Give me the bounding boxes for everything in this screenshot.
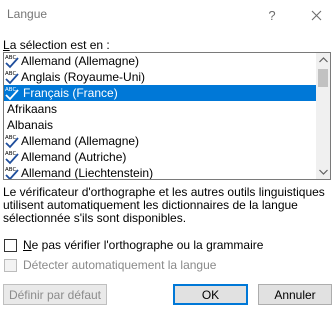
auto-detect-checkbox: [4, 258, 17, 272]
language-item[interactable]: ABC Allemand (Autriche): [4, 149, 316, 165]
svg-text:ABC: ABC: [5, 87, 16, 93]
description-text: Le vérificateur d'orthographe et les aut…: [3, 185, 325, 225]
language-item-label: Afrikaans: [7, 102, 58, 116]
language-item-label: Allemand (Autriche): [21, 150, 127, 164]
no-spellcheck-checkbox[interactable]: [4, 238, 17, 252]
no-spellcheck-option[interactable]: Ne pas vérifier l'orthographe ou la gram…: [4, 238, 263, 252]
language-item-label: Anglais (Royaume-Uni): [21, 70, 146, 84]
language-list: ABC Allemand (Allemagne) ABC Anglais (Royau…: [4, 53, 316, 179]
chevron-up-icon: [318, 57, 328, 63]
language-item-label: Albanais: [7, 118, 54, 132]
svg-text:ABC: ABC: [5, 71, 16, 77]
svg-text:ABC: ABC: [5, 167, 16, 173]
language-item-label: Allemand (Allemagne): [21, 54, 140, 68]
spellcheck-icon: ABC: [5, 71, 19, 85]
close-button[interactable]: [296, 0, 336, 30]
language-item[interactable]: ABC Anglais (Royaume-Uni): [4, 69, 316, 85]
scroll-thumb[interactable]: [318, 69, 328, 87]
ok-button[interactable]: OK: [173, 284, 248, 305]
help-button[interactable]: ?: [257, 0, 287, 30]
no-spellcheck-label[interactable]: Ne pas vérifier l'orthographe ou la gram…: [23, 238, 263, 252]
language-item[interactable]: Afrikaans: [4, 101, 316, 117]
language-listbox[interactable]: ABC Allemand (Allemagne) ABC Anglais (Royau…: [3, 52, 331, 180]
spellcheck-icon: ABC: [5, 135, 19, 149]
selection-label: La sélection est en :: [3, 38, 110, 52]
language-item[interactable]: ABC Français (France): [4, 85, 316, 101]
svg-text:ABC: ABC: [5, 55, 16, 61]
selection-label-rest: a sélection est en :: [9, 38, 110, 52]
close-icon: [311, 10, 321, 20]
auto-detect-label: Détecter automatiquement la langue: [23, 258, 217, 272]
set-default-button: Définir par défaut: [3, 284, 107, 305]
spellcheck-icon: ABC: [5, 55, 19, 69]
language-item[interactable]: Albanais: [4, 117, 316, 133]
language-item[interactable]: ABC Allemand (Liechtenstein): [4, 165, 316, 180]
title-bar: Langue ?: [0, 0, 336, 30]
auto-detect-option: Détecter automatiquement la langue: [4, 258, 216, 272]
spellcheck-icon: ABC: [5, 151, 19, 165]
selection-label-accesskey: L: [3, 38, 10, 52]
window-title: Langue: [7, 7, 48, 21]
language-item-label: Allemand (Liechtenstein): [21, 166, 154, 180]
language-item[interactable]: ABC Allemand (Allemagne): [4, 53, 316, 69]
cancel-button[interactable]: Annuler: [258, 284, 332, 305]
spellcheck-icon: ABC: [5, 87, 19, 101]
language-item-label: Allemand (Allemagne): [21, 134, 140, 148]
spellcheck-icon: ABC: [5, 167, 19, 179]
scroll-up-button[interactable]: [316, 53, 330, 67]
svg-text:ABC: ABC: [5, 135, 16, 141]
language-item-label: Français (France): [23, 86, 118, 100]
list-scrollbar[interactable]: [316, 53, 330, 179]
language-item[interactable]: ABC Allemand (Allemagne): [4, 133, 316, 149]
chevron-down-icon: [318, 169, 328, 175]
svg-text:ABC: ABC: [5, 151, 16, 157]
scroll-down-button[interactable]: [316, 165, 330, 179]
